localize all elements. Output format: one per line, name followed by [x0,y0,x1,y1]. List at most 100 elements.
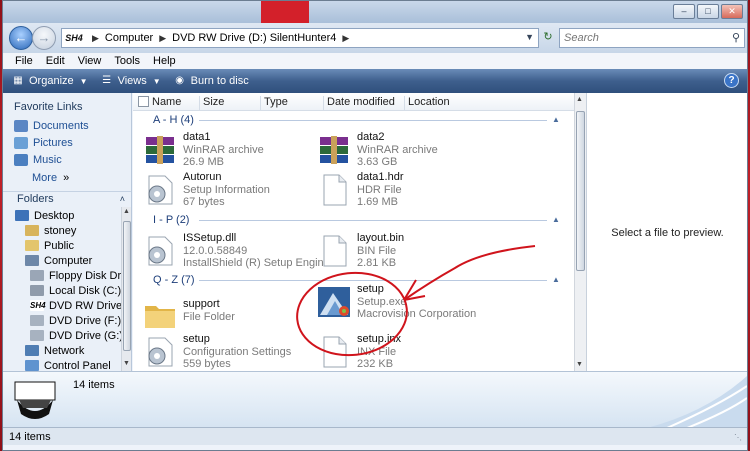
favorite-label: Pictures [33,137,73,149]
scroll-down-icon[interactable]: ▼ [576,361,583,368]
chevron-up-icon[interactable]: ▲ [552,215,560,224]
window-controls: – □ ✕ [673,4,743,19]
scroll-up-icon[interactable]: ▲ [122,208,131,218]
refresh-icon[interactable]: ↻ [541,30,555,46]
title-bar[interactable]: – □ ✕ [3,1,747,23]
tree-label: Control Panel [44,359,111,372]
folder-tree: Desktop stoney Public Computer Floppy Di… [3,207,121,371]
column-size[interactable]: Size [199,96,224,110]
file-item[interactable]: support File Folder [143,296,303,336]
file-list-scrollbar[interactable]: ▲ ▼ [574,93,586,371]
tree-item-control-panel[interactable]: Control Panel [25,358,111,371]
file-item[interactable]: setup Configuration Settings 559 bytes [143,333,303,373]
tree-label: Network [44,344,85,357]
file-item[interactable]: Autorun Setup Information 67 bytes [143,171,303,211]
file-size: 559 bytes [183,358,231,370]
chevron-up-icon[interactable]: ▲ [552,275,560,284]
tree-item-desktop[interactable]: Desktop [15,208,74,223]
close-button[interactable]: ✕ [721,4,743,19]
chevron-up-icon[interactable]: ˄ [120,192,125,206]
menu-edit[interactable]: Edit [46,55,65,67]
tree-item-public[interactable]: Public [25,238,74,253]
tree-item-dvd-rw[interactable]: SH4 DVD RW Drive (D:) [30,298,121,313]
file-item[interactable]: data1.hdr HDR File 1.69 MB [317,171,487,211]
column-name[interactable]: Name [149,96,181,110]
explorer-window: – □ ✕ ← → SH4 ▶ Computer ▶ DVD RW Drive … [2,0,748,451]
menu-file[interactable]: File [15,55,33,67]
menu-tools[interactable]: Tools [114,55,140,67]
file-item[interactable]: setup.inx INX File 232 KB [317,333,487,373]
search-input[interactable] [560,29,720,47]
settings-file-icon [148,337,173,367]
column-location[interactable]: Location [404,96,450,110]
tree-item-dvd-g[interactable]: DVD Drive (G:) [30,328,121,343]
drive-badge-icon: SH4 [30,300,46,311]
select-all-checkbox[interactable] [138,96,149,107]
documents-icon [14,120,28,132]
search-icon[interactable]: ⚲ [732,31,740,44]
minimize-button[interactable]: – [673,4,695,19]
file-item[interactable]: layout.bin BIN File 2.81 KB [317,232,487,272]
tree-item-network[interactable]: Network [25,343,84,358]
chevron-down-icon[interactable]: ▼ [525,32,534,42]
file-item[interactable]: ISSetup.dll 12.0.0.58849 InstallShield (… [143,232,330,272]
file-description: Setup.exe [357,296,407,308]
scroll-down-icon[interactable]: ▼ [122,360,131,370]
sh4-logo [14,381,56,419]
chevron-up-icon[interactable]: ▲ [552,115,560,124]
folders-header[interactable]: Folders ˄ [3,191,131,207]
breadcrumb-computer[interactable]: Computer [105,32,153,44]
tree-item-dvd-f[interactable]: DVD Drive (F:) [30,313,121,328]
file-name: setup [357,283,384,295]
file-item[interactable]: data1 WinRAR archive 26.9 MB [143,131,303,171]
favorite-music[interactable]: Music [14,154,62,166]
views-icon: ☰ [102,75,112,86]
tree-item-stoney[interactable]: stoney [25,223,76,238]
scroll-up-icon[interactable]: ▲ [576,96,583,103]
back-button[interactable]: ← [9,26,33,50]
scroll-thumb[interactable] [123,221,131,351]
breadcrumb-dvd-drive[interactable]: DVD RW Drive (D:) SilentHunter4 [172,32,336,44]
nav-scrollbar[interactable]: ▲ ▼ [121,207,131,371]
forward-button[interactable]: → [32,26,56,50]
help-icon[interactable]: ? [724,73,739,88]
column-type[interactable]: Type [260,96,288,110]
address-bar[interactable]: SH4 ▶ Computer ▶ DVD RW Drive (D:) Silen… [61,28,539,48]
tree-label: Computer [44,254,93,267]
file-item[interactable]: data2 WinRAR archive 3.63 GB [317,131,487,171]
organize-button[interactable]: ▦ Organize ▼ [11,75,87,87]
maximize-button[interactable]: □ [697,4,719,19]
column-date-modified[interactable]: Date modified [323,96,395,110]
scroll-thumb[interactable] [576,111,585,271]
group-a-h[interactable]: A - H (4) ▲ [153,113,560,127]
tree-item-local-disk[interactable]: Local Disk (C:) [30,283,121,298]
views-button[interactable]: ☰ Views ▼ [100,75,161,87]
search-box[interactable]: ⚲ [559,28,745,48]
resize-grip-icon[interactable]: ⋱ [734,433,744,443]
menu-help[interactable]: Help [153,55,176,67]
burn-to-disc-button[interactable]: ◉ Burn to disc [173,75,249,87]
file-size: 232 KB [357,358,394,370]
chevron-right-icon[interactable]: ▶ [159,33,166,44]
file-name: setup [183,333,210,345]
blank-file-icon [323,336,347,368]
group-q-z[interactable]: Q - Z (7) ▲ [153,273,560,287]
file-type: INX File [357,346,397,358]
file-name: layout.bin [357,232,405,244]
music-icon [14,154,28,166]
chevron-right-icon[interactable]: ▶ [92,33,99,44]
blank-file-icon [323,174,347,206]
chevron-right-icon[interactable]: ▶ [342,33,349,44]
tree-item-floppy[interactable]: Floppy Disk Drive [30,268,121,283]
menu-view[interactable]: View [78,55,102,67]
group-i-p[interactable]: I - P (2) ▲ [153,213,560,227]
folders-label: Folders [17,193,54,205]
file-type: File Folder [183,311,235,323]
tree-item-computer[interactable]: Computer [25,253,92,268]
group-label: Q - Z (7) [153,274,195,286]
favorite-pictures[interactable]: Pictures [14,137,73,149]
burn-label: Burn to disc [190,75,249,87]
favorite-documents[interactable]: Documents [14,120,89,132]
file-item-setup-exe[interactable]: setup Setup.exe Macrovision Corporation [317,283,487,323]
more-link[interactable]: More » [32,172,69,184]
